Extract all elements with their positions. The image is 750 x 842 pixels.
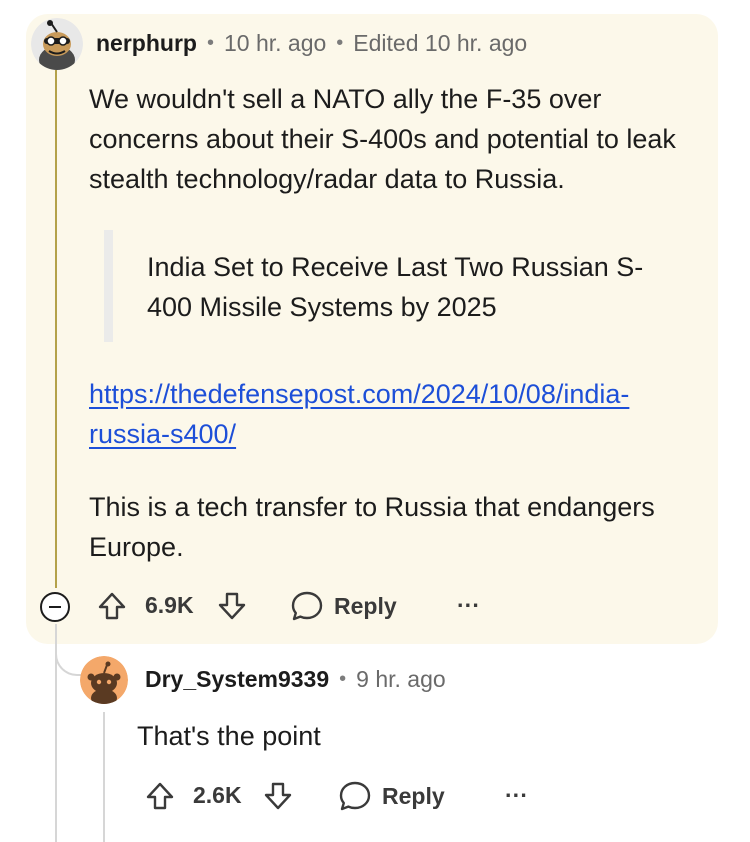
ellipsis-icon: ··· xyxy=(505,782,528,808)
ellipsis-icon: ··· xyxy=(457,592,480,618)
more-options-button[interactable]: ··· xyxy=(505,782,528,809)
comment-meta: Dry_System9339 • 9 hr. ago xyxy=(145,666,446,693)
blockquote-bar xyxy=(104,230,113,342)
vote-count: 2.6K xyxy=(193,782,242,808)
username[interactable]: Dry_System9339 xyxy=(145,666,329,693)
avatar[interactable] xyxy=(80,656,128,704)
timestamp[interactable]: 10 hr. ago xyxy=(224,30,326,57)
blockquote: India Set to Receive Last Two Russian S-… xyxy=(147,252,644,322)
separator-dot: • xyxy=(339,668,347,690)
avatar[interactable] xyxy=(31,18,83,70)
edited-label: Edited 10 hr. ago xyxy=(353,30,528,56)
comment-text: That's the point xyxy=(137,721,321,751)
downvote-button[interactable] xyxy=(262,780,294,812)
reply-connector xyxy=(55,632,83,676)
arrow-down-icon xyxy=(264,782,292,810)
upvote-button[interactable] xyxy=(96,590,128,622)
comment-meta: nerphurp • 10 hr. ago • Edited 10 hr. ag… xyxy=(96,30,527,57)
vote-count: 6.9K xyxy=(145,592,194,618)
reply-button[interactable]: Reply xyxy=(338,780,445,812)
speech-bubble-icon xyxy=(339,781,371,811)
upvote-button[interactable] xyxy=(144,780,176,812)
comment-paragraph: This is a tech transfer to Russia that e… xyxy=(89,492,655,562)
username[interactable]: nerphurp xyxy=(96,30,197,57)
timestamp[interactable]: 9 hr. ago xyxy=(356,666,446,693)
reply-button[interactable]: Reply xyxy=(290,590,397,622)
thread-line[interactable] xyxy=(55,66,57,588)
more-options-button[interactable]: ··· xyxy=(457,592,480,619)
arrow-up-icon xyxy=(146,782,174,810)
arrow-up-icon xyxy=(98,592,126,620)
thread-line[interactable] xyxy=(103,712,105,842)
arrow-down-icon xyxy=(218,592,246,620)
separator-dot: • xyxy=(336,32,344,54)
separator-dot: • xyxy=(206,32,214,54)
minus-icon xyxy=(49,606,61,608)
reply-label: Reply xyxy=(334,592,397,619)
article-link[interactable]: https://thedefensepost.com/2024/10/08/in… xyxy=(89,374,709,454)
comment-paragraph: We wouldn't sell a NATO ally the F-35 ov… xyxy=(89,84,676,194)
downvote-button[interactable] xyxy=(216,590,248,622)
collapse-thread-button[interactable] xyxy=(40,592,70,622)
speech-bubble-icon xyxy=(291,591,323,621)
reply-label: Reply xyxy=(382,782,445,809)
